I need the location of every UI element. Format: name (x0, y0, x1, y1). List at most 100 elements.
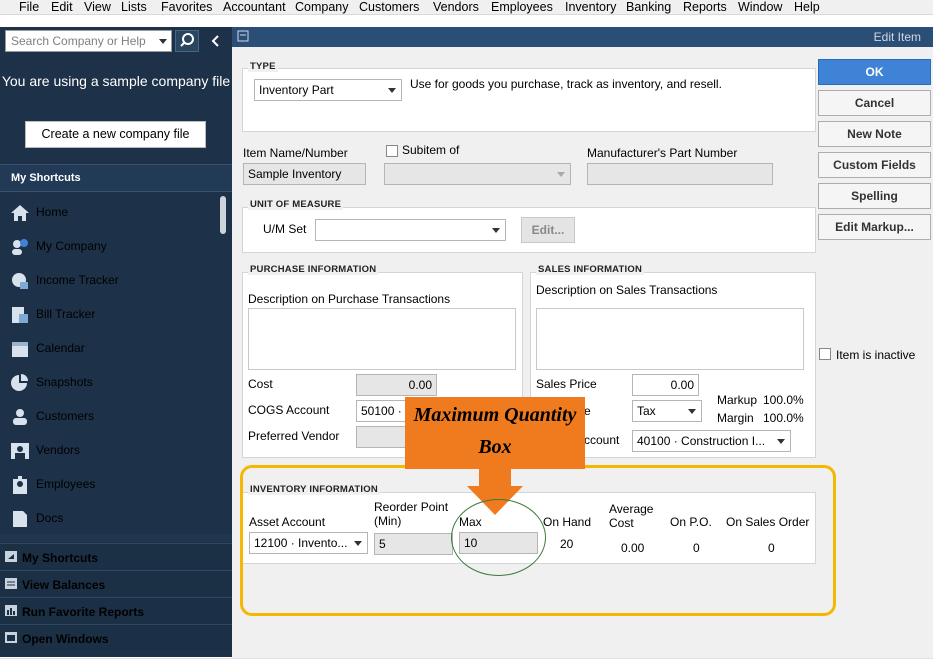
sidebar-item-label: Bill Tracker (36, 307, 96, 321)
menu-bar: File Edit View Lists Favorites Accountan… (0, 0, 933, 15)
tax-code-value: Tax (637, 404, 656, 418)
menu-help[interactable]: Help (794, 0, 820, 14)
sidebar-item-income-tracker[interactable]: Income Tracker (0, 264, 220, 298)
collapse-sidebar-button[interactable] (204, 30, 228, 52)
search-input[interactable]: Search Company or Help (5, 30, 172, 52)
item-type-select[interactable]: Inventory Part (254, 79, 402, 101)
new-note-button[interactable]: New Note (818, 121, 931, 147)
nav-run-favorite-reports[interactable]: Run Favorite Reports (0, 597, 232, 623)
max-circle-highlight (451, 499, 546, 576)
markup-value: 100.0% (763, 393, 804, 407)
sidebar-item-docs[interactable]: Docs (0, 502, 220, 536)
sidebar-item-vendors[interactable]: Vendors (0, 434, 220, 468)
cancel-button[interactable]: Cancel (818, 90, 931, 116)
income-tracker-icon (12, 273, 28, 289)
sales-price-field[interactable]: 0.00 (632, 374, 699, 396)
inactive-checkbox[interactable] (819, 348, 831, 360)
menu-favorites[interactable]: Favorites (161, 0, 212, 14)
menu-inventory[interactable]: Inventory (565, 0, 616, 14)
sidebar-item-label: Vendors (36, 443, 81, 457)
sidebar-item-label: Employees (36, 477, 96, 491)
window-menu-icon[interactable] (237, 30, 249, 42)
menu-reports[interactable]: Reports (683, 0, 727, 14)
markup-label: Markup (717, 393, 758, 407)
sidebar-item-label: Calendar (36, 341, 85, 355)
reports-icon (5, 605, 17, 616)
cost-field[interactable]: 0.00 (356, 374, 437, 396)
bill-tracker-icon (12, 307, 28, 323)
nav-open-windows[interactable]: Open Windows (0, 624, 232, 650)
sidebar-scroll-thumb[interactable] (220, 196, 226, 234)
type-section-label: TYPE (248, 61, 278, 72)
um-section-label: UNIT OF MEASURE (248, 199, 344, 210)
dialog-title: Edit Item (873, 30, 921, 44)
ok-button[interactable]: OK (818, 59, 931, 85)
subitem-select[interactable] (384, 163, 571, 185)
menu-employees[interactable]: Employees (491, 0, 553, 14)
menu-vendors[interactable]: Vendors (433, 0, 479, 14)
spelling-button[interactable]: Spelling (818, 183, 931, 209)
menu-file[interactable]: File (19, 0, 39, 14)
sidebar-item-my-company[interactable]: My Company (0, 230, 220, 264)
edit-markup-button[interactable]: Edit Markup... (818, 214, 931, 240)
person-icon (13, 409, 27, 425)
item-type-value: Inventory Part (259, 83, 334, 97)
chevron-down-icon (492, 228, 500, 233)
menu-edit[interactable]: Edit (51, 0, 73, 14)
subitem-label: Subitem of (402, 143, 460, 157)
chevron-down-icon (557, 172, 565, 177)
menu-customers[interactable]: Customers (359, 0, 419, 14)
item-name-field[interactable]: Sample Inventory (243, 163, 366, 185)
sidebar-item-label: Income Tracker (36, 273, 119, 287)
sidebar-item-label: Customers (36, 409, 95, 423)
menu-accountant[interactable]: Accountant (223, 0, 286, 14)
pie-chart-icon (11, 374, 28, 391)
sidebar-item-employees[interactable]: Employees (0, 468, 220, 502)
sales-desc-field[interactable] (536, 308, 804, 370)
purchase-desc-field[interactable] (248, 308, 516, 370)
nav-view-balances[interactable]: View Balances (0, 570, 232, 596)
nav-label: Run Favorite Reports (22, 605, 145, 619)
chevron-down-icon[interactable] (159, 39, 167, 44)
um-edit-button[interactable]: Edit... (521, 217, 575, 243)
sidebar-item-bill-tracker[interactable]: Bill Tracker (0, 298, 220, 332)
home-icon (11, 205, 29, 221)
sidebar-item-home[interactable]: Home (0, 196, 220, 230)
custom-fields-button[interactable]: Custom Fields (818, 152, 931, 178)
um-set-label: U/M Set (263, 222, 307, 236)
menu-window[interactable]: Window (738, 0, 782, 14)
menu-banking[interactable]: Banking (626, 0, 671, 14)
sidebar-item-snapshots[interactable]: Snapshots (0, 366, 220, 400)
income-account-select[interactable]: 40100 · Construction I... (632, 430, 791, 452)
dialog-title-bar: Edit Item (232, 27, 933, 47)
menu-lists[interactable]: Lists (121, 0, 147, 14)
sidebar-scrollbar[interactable] (219, 192, 228, 532)
document-icon (13, 511, 27, 527)
tax-code-label: e (584, 404, 591, 418)
tax-code-select[interactable]: Tax (632, 400, 702, 422)
type-description: Use for goods you purchase, track as inv… (410, 77, 722, 91)
sidebar-item-calendar[interactable]: Calendar (0, 332, 220, 366)
menu-view[interactable]: View (84, 0, 111, 14)
employee-icon (13, 476, 27, 494)
chevron-down-icon (388, 88, 396, 93)
menu-company[interactable]: Company (295, 0, 349, 14)
sidebar-splitter[interactable] (0, 534, 232, 542)
margin-label: Margin (717, 411, 754, 425)
sales-price-label: Sales Price (536, 377, 597, 391)
nav-my-shortcuts[interactable]: My Shortcuts (0, 543, 232, 569)
company-icon (12, 239, 28, 255)
search-button[interactable] (175, 30, 199, 52)
purchase-section-label: PURCHASE INFORMATION (248, 264, 379, 275)
um-set-select[interactable] (315, 219, 506, 241)
nav-label: View Balances (22, 578, 106, 592)
vendor-icon (11, 443, 29, 459)
preferred-vendor-label: Preferred Vendor (248, 429, 340, 443)
mfr-part-field[interactable] (587, 163, 773, 185)
create-company-button[interactable]: Create a new company file (25, 121, 206, 148)
sidebar-item-customers[interactable]: Customers (0, 400, 220, 434)
shortcuts-header-label: My Shortcuts (11, 172, 81, 184)
sidebar-item-label: Docs (36, 511, 64, 525)
chevron-down-icon (777, 439, 785, 444)
subitem-checkbox[interactable] (386, 145, 398, 157)
